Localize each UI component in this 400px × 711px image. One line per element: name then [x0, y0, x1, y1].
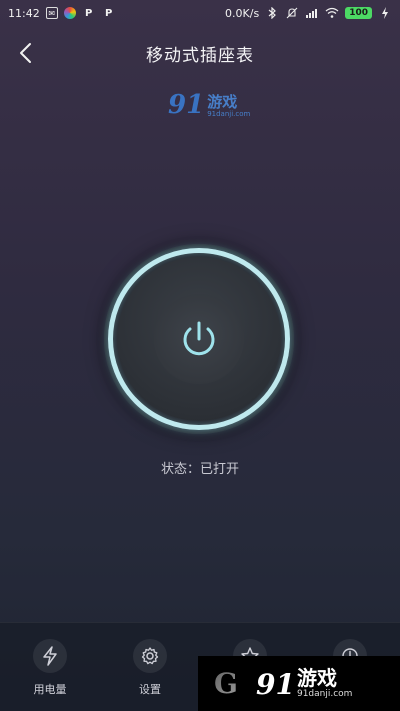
status-text: 状态：已打开: [160, 462, 239, 477]
p-icon: P: [85, 7, 93, 19]
watermark-logo-top: 91 游戏 91danji.com: [168, 92, 250, 118]
page-title: 移动式插座表: [146, 45, 254, 66]
clock: 11:42: [8, 6, 40, 20]
bluetooth-icon: [265, 6, 279, 20]
mail-icon: ✉: [45, 7, 58, 19]
watermark-logo-bottom: 91 游戏 91danji.com: [256, 666, 353, 701]
status-bar-right: 0.0K/s 100: [225, 6, 392, 20]
power-button[interactable]: [154, 294, 244, 384]
mute-icon: [285, 6, 299, 20]
power-control: [104, 244, 294, 434]
wifi-icon: [325, 6, 339, 20]
watermark-url: 91danji.com: [296, 689, 353, 699]
watermark-number: 91: [168, 90, 205, 120]
p-icon: P: [105, 7, 113, 19]
lightning-icon: [33, 639, 67, 673]
watermark-banner-bottom: G 91 游戏 91danji.com: [198, 656, 400, 711]
status-bar: 11:42 ✉ P P 0.0K/s 100: [0, 0, 400, 26]
watermark-g-mark: G: [206, 664, 246, 704]
gear-icon: [133, 639, 167, 673]
signal-icon: [305, 6, 319, 20]
watermark-url: 91danji.com: [207, 110, 251, 118]
power-icon: [183, 321, 215, 356]
watermark-name: 游戏: [207, 92, 238, 111]
app-header: 移动式插座表: [0, 36, 400, 70]
chevron-left-icon: [20, 43, 31, 63]
nav-item-settings[interactable]: 设置: [100, 623, 200, 711]
watermark-name: 游戏: [296, 666, 337, 690]
nav-label: 设置: [139, 683, 161, 696]
nav-item-power-usage[interactable]: 用电量: [0, 623, 100, 711]
network-speed: 0.0K/s: [225, 6, 260, 20]
back-button[interactable]: [10, 36, 40, 70]
battery-indicator: 100: [345, 7, 372, 19]
nav-label: 用电量: [33, 683, 67, 696]
colorwheel-icon: [63, 7, 76, 19]
watermark-number: 91: [256, 668, 295, 701]
status-bar-left: 11:42 ✉ P P: [8, 6, 116, 20]
charging-icon: [378, 6, 392, 20]
